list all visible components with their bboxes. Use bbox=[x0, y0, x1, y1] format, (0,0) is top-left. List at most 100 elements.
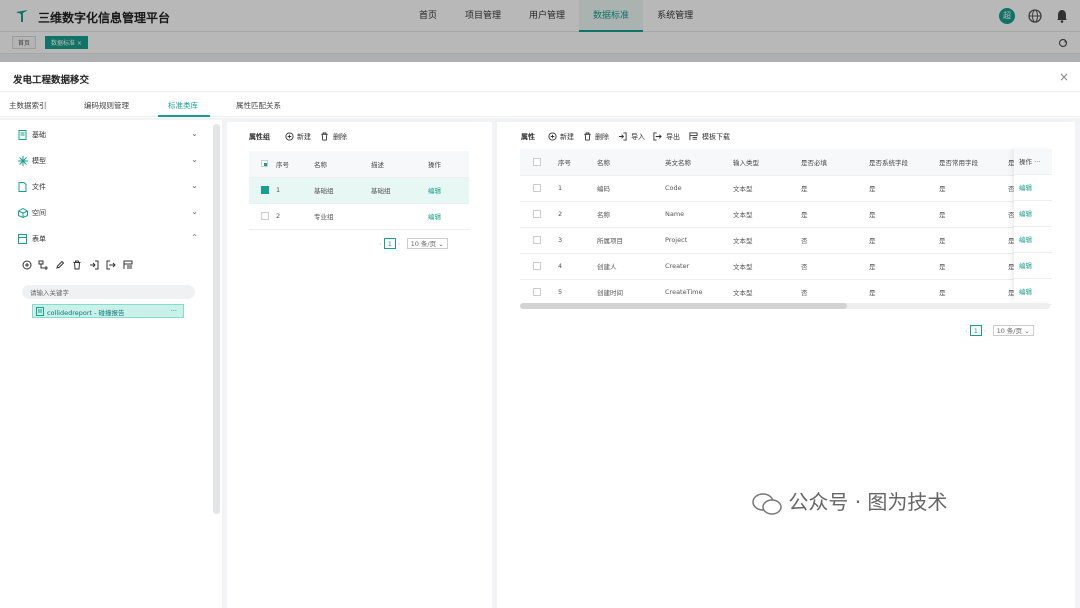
modal-dialog: 发电工程数据移交 × 主数据索引 编码规则管理 标准类库 属性匹配关系 基础 ⌄… bbox=[0, 62, 1080, 608]
edit-link[interactable]: 编辑 bbox=[1019, 262, 1032, 270]
row-checkbox[interactable] bbox=[261, 212, 269, 220]
add-icon[interactable] bbox=[22, 260, 32, 270]
trash-icon[interactable] bbox=[72, 260, 82, 270]
add-group-button[interactable]: 新建 bbox=[297, 132, 311, 142]
tree-item-basic[interactable]: 基础 ⌄ bbox=[18, 128, 198, 142]
edit-icon[interactable] bbox=[55, 260, 65, 270]
cell-op: 编辑 bbox=[1014, 175, 1052, 201]
row-checkbox[interactable] bbox=[533, 262, 541, 270]
cell-req: 否 bbox=[801, 253, 869, 280]
cell-name: 所属项目 bbox=[597, 227, 665, 254]
row-checkbox[interactable] bbox=[533, 288, 541, 296]
row-checkbox[interactable] bbox=[261, 186, 269, 194]
next-page-icon[interactable]: › bbox=[984, 327, 987, 335]
table-row[interactable]: 2 专业组 编辑 bbox=[249, 203, 469, 230]
tab-attribute-mapping[interactable]: 属性匹配关系 bbox=[236, 100, 281, 111]
edit-link[interactable]: 编辑 bbox=[1019, 288, 1032, 296]
page-size-select[interactable]: 10 条/页 ⌄ bbox=[992, 325, 1034, 336]
import-icon[interactable] bbox=[89, 260, 99, 270]
tree-item-file[interactable]: 文件 ⌄ bbox=[18, 180, 198, 194]
tree-item-space[interactable]: 空间 ⌄ bbox=[18, 206, 198, 220]
cell-desc bbox=[371, 203, 428, 230]
tree-leaf-collidedreport[interactable]: collidedreport - 碰撞报告 ··· bbox=[32, 304, 184, 318]
table-row[interactable]: 3 所属项目 Project 文本型否是是是 bbox=[520, 227, 1052, 254]
cell-name: 编码 bbox=[597, 175, 665, 202]
cell-op: 编辑 bbox=[1014, 227, 1052, 253]
active-tab-indicator bbox=[158, 115, 210, 117]
attribute-group-panel: 属性组 新建 删除 序号 名称 描述 操作 1 基础组 基础组 编辑 2 专业组… bbox=[227, 122, 492, 608]
tab-standard-library[interactable]: 标准类库 bbox=[168, 100, 198, 111]
trash-icon[interactable] bbox=[583, 132, 592, 141]
row-checkbox[interactable] bbox=[533, 236, 541, 244]
delete-group-button[interactable]: 删除 bbox=[333, 132, 347, 142]
trash-icon[interactable] bbox=[320, 132, 329, 141]
edit-link[interactable]: 编辑 bbox=[1019, 236, 1032, 244]
page-size-select[interactable]: 10 条/页 ⌄ bbox=[406, 238, 448, 249]
template-icon[interactable] bbox=[689, 132, 698, 141]
edit-link[interactable]: 编辑 bbox=[428, 213, 441, 221]
cell-type: 文本型 bbox=[733, 253, 801, 280]
import-icon[interactable] bbox=[618, 132, 627, 141]
cell-sys: 是 bbox=[869, 201, 939, 228]
cell-op: 编辑 bbox=[1014, 279, 1052, 305]
table-row[interactable]: 1 编码 Code 文本型是是是否 bbox=[520, 175, 1052, 202]
page-number[interactable]: 1 bbox=[969, 325, 982, 336]
import-button[interactable]: 导入 bbox=[631, 132, 645, 142]
edit-link[interactable]: 编辑 bbox=[1019, 184, 1032, 192]
select-all-checkbox[interactable] bbox=[533, 157, 541, 166]
add-child-icon[interactable] bbox=[38, 260, 48, 270]
tree-item-label: 空间 bbox=[32, 209, 46, 217]
export-icon[interactable] bbox=[106, 260, 116, 270]
add-icon[interactable] bbox=[285, 132, 294, 141]
page-number[interactable]: 1 bbox=[383, 238, 396, 249]
close-icon[interactable]: × bbox=[1059, 70, 1069, 84]
prev-page-icon[interactable]: ‹ bbox=[379, 240, 382, 248]
cell-name: 基础组 bbox=[314, 177, 371, 204]
table-row[interactable]: 5 创建时间 CreateTime 文本型否是是是 bbox=[520, 279, 1052, 301]
col-header-name: 名称 bbox=[314, 151, 371, 178]
tree-item-form[interactable]: 表单 ⌃ bbox=[18, 232, 198, 246]
horizontal-scrollbar[interactable] bbox=[520, 303, 1050, 309]
more-icon[interactable]: ··· bbox=[1034, 158, 1040, 166]
doc-icon bbox=[18, 130, 27, 140]
cell-checkbox bbox=[520, 279, 558, 301]
tree-item-model[interactable]: 模型 ⌄ bbox=[18, 154, 198, 168]
scrollbar-thumb[interactable] bbox=[520, 303, 847, 309]
more-icon[interactable]: ··· bbox=[171, 307, 177, 315]
add-attribute-button[interactable]: 新建 bbox=[560, 132, 574, 142]
cell-sys: 是 bbox=[869, 279, 939, 301]
export-button[interactable]: 导出 bbox=[666, 132, 680, 142]
add-icon[interactable] bbox=[548, 132, 557, 141]
next-page-icon[interactable]: › bbox=[398, 240, 401, 248]
prev-page-icon[interactable]: ‹ bbox=[965, 327, 968, 335]
vertical-scrollbar[interactable] bbox=[213, 124, 220, 514]
delete-attribute-button[interactable]: 删除 bbox=[595, 132, 609, 142]
cell-name: 创建人 bbox=[597, 253, 665, 280]
cell-common: 是 bbox=[939, 175, 1008, 202]
export-icon[interactable] bbox=[653, 132, 662, 141]
select-all-checkbox[interactable] bbox=[261, 160, 268, 168]
watermark-text: 公众号 · 图为技术 bbox=[788, 490, 948, 514]
cell-en: Creater bbox=[665, 253, 733, 280]
tab-code-rules[interactable]: 编码规则管理 bbox=[84, 100, 129, 111]
tab-master-index[interactable]: 主数据索引 bbox=[9, 100, 47, 111]
table-row[interactable]: 4 创建人 Creater 文本型否是是是 bbox=[520, 253, 1052, 280]
watermark: 公众号 · 图为技术 bbox=[752, 486, 947, 515]
template-icon[interactable] bbox=[123, 260, 133, 270]
chevron-down-icon: ⌄ bbox=[191, 155, 198, 164]
table-row[interactable]: 1 基础组 基础组 编辑 bbox=[249, 177, 469, 204]
cell-type: 文本型 bbox=[733, 227, 801, 254]
table-row[interactable]: 2 名称 Name 文本型是是是否 bbox=[520, 201, 1052, 228]
cell-desc: 基础组 bbox=[371, 177, 428, 204]
col-header-en: 英文名称 bbox=[665, 149, 733, 176]
row-checkbox[interactable] bbox=[533, 210, 541, 218]
row-checkbox[interactable] bbox=[533, 184, 541, 192]
col-header-desc: 描述 bbox=[371, 151, 428, 178]
edit-link[interactable]: 编辑 bbox=[428, 187, 441, 195]
tree-search-input[interactable]: 请输入关键字 bbox=[22, 285, 195, 299]
edit-link[interactable]: 编辑 bbox=[1019, 210, 1032, 218]
cube-icon bbox=[18, 208, 28, 218]
template-download-button[interactable]: 模板下载 bbox=[702, 132, 730, 142]
tab-bar: 主数据索引 编码规则管理 标准类库 属性匹配关系 bbox=[0, 93, 1080, 117]
table-header-row: 序号 名称 描述 操作 bbox=[249, 151, 469, 178]
